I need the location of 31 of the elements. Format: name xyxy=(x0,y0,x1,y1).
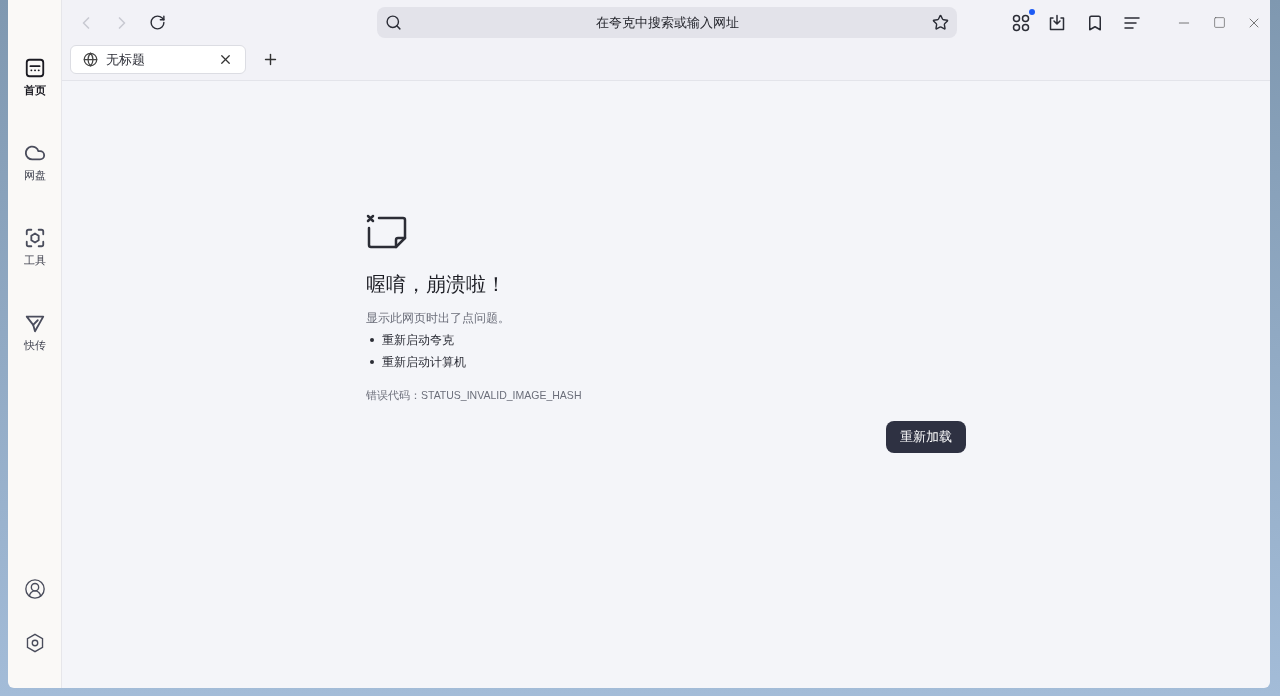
tab-close-icon[interactable] xyxy=(218,52,233,67)
sidebar-item[interactable]: 快传 xyxy=(23,312,46,397)
browser-tab[interactable]: 无标题 xyxy=(70,45,246,74)
address-bar[interactable]: 在夸克中搜索或输入网址 xyxy=(377,7,957,38)
download-icon[interactable] xyxy=(1048,13,1066,32)
scan-icon xyxy=(23,227,46,249)
error-message: 显示此网页时出了点问题。 xyxy=(366,310,511,327)
sidebar-item[interactable]: 工具 xyxy=(23,227,46,312)
crash-icon xyxy=(366,214,408,250)
new-tab-button[interactable] xyxy=(262,51,279,68)
bookmark-icon[interactable] xyxy=(1086,13,1104,32)
reload-button[interactable]: 重新加载 xyxy=(886,420,966,453)
tab-title: 无标题 xyxy=(106,50,146,69)
grid-icon xyxy=(1012,13,1030,32)
globe-icon xyxy=(83,52,98,67)
star-icon[interactable] xyxy=(932,14,949,31)
profile-icon[interactable] xyxy=(23,578,46,600)
home-icon xyxy=(23,57,46,79)
suggestion-text: 重新启动计算机 xyxy=(382,354,466,371)
menu-icon[interactable] xyxy=(1124,15,1140,30)
bullet-icon xyxy=(370,338,374,342)
error-code: 错误代码：STATUS_INVALID_IMAGE_HASH xyxy=(366,388,583,403)
sidebar-item[interactable]: 首页 xyxy=(23,57,46,142)
suggestion-text: 重新启动夸克 xyxy=(382,332,454,349)
maximize-button[interactable] xyxy=(1213,16,1226,29)
reload-icon[interactable] xyxy=(149,14,166,31)
search-icon xyxy=(385,14,402,31)
address-input[interactable]: 在夸克中搜索或输入网址 xyxy=(402,12,932,33)
bullet-icon xyxy=(370,360,374,364)
error-title: 喔唷，崩溃啦！ xyxy=(366,272,507,297)
sidebar-item[interactable]: 网盘 xyxy=(23,142,46,227)
